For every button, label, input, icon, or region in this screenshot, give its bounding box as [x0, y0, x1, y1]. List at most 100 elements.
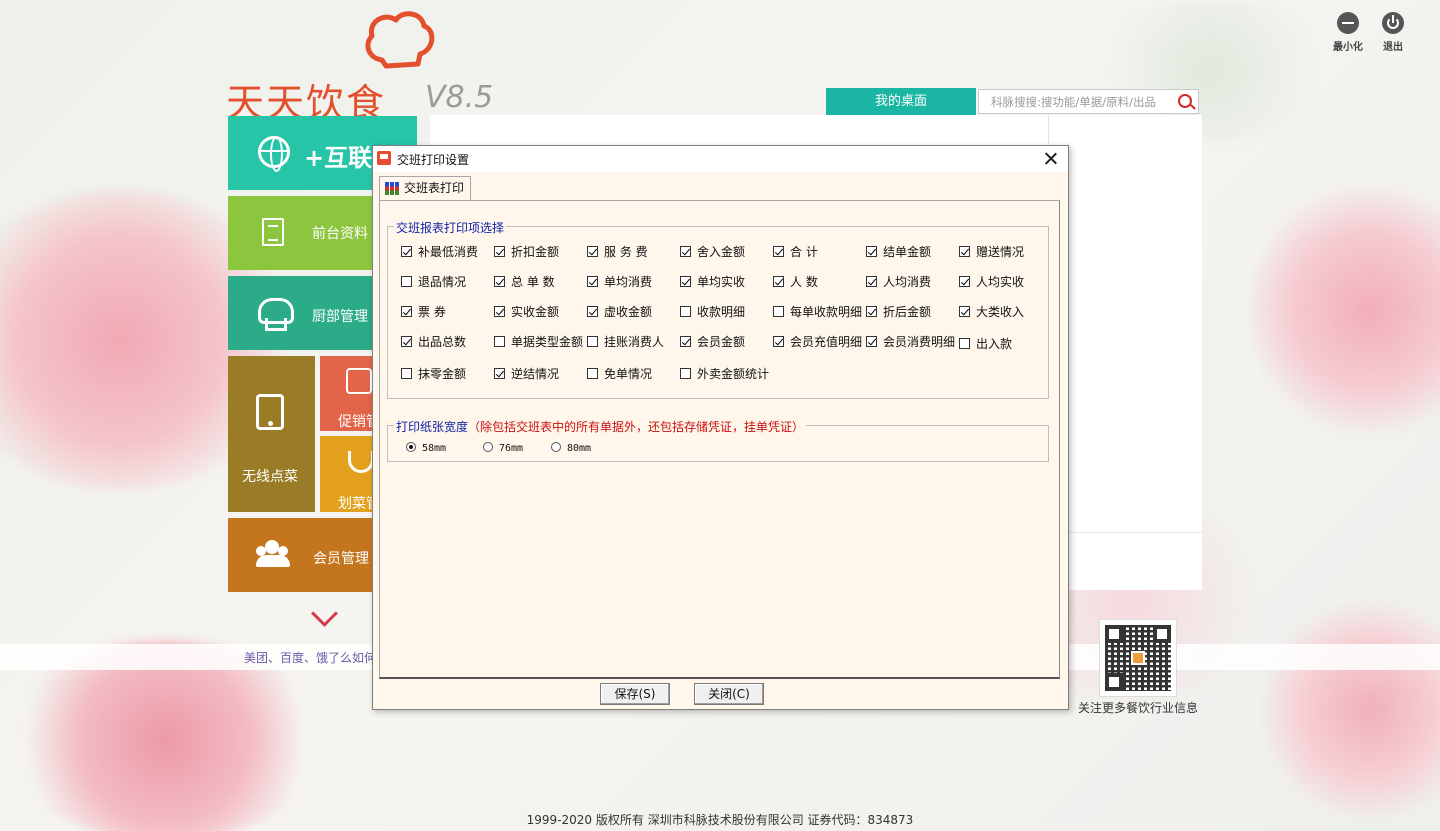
checkbox-unchecked-icon[interactable]: [494, 336, 505, 347]
checkbox-checked-icon[interactable]: [773, 246, 784, 257]
checkbox-label: 收款明细: [697, 305, 746, 319]
checkbox-unchecked-icon[interactable]: [773, 306, 784, 317]
option-checkbox[interactable]: 每单收款明细: [773, 305, 862, 319]
checkbox-unchecked-icon[interactable]: [587, 336, 598, 347]
chevron-down-icon[interactable]: [312, 604, 336, 628]
paper-width-radio[interactable]: 76mm: [483, 442, 523, 454]
save-button[interactable]: 保存(S): [600, 683, 670, 705]
checkbox-checked-icon[interactable]: [401, 306, 412, 317]
checkbox-unchecked-icon[interactable]: [680, 368, 691, 379]
checkbox-checked-icon[interactable]: [866, 306, 877, 317]
option-checkbox[interactable]: 结单金额: [866, 245, 931, 259]
group-note: （除包括交班表中的所有单据外，还包括存储凭证，挂单凭证）: [468, 420, 805, 434]
option-checkbox[interactable]: 实收金额: [494, 305, 559, 319]
checkbox-checked-icon[interactable]: [401, 246, 412, 257]
option-checkbox[interactable]: 补最低消费: [401, 245, 478, 259]
flower-decoration: [1260, 600, 1440, 820]
option-checkbox[interactable]: 挂账消费人: [587, 335, 664, 349]
option-checkbox[interactable]: 人均消费: [866, 275, 931, 289]
paper-width-radio[interactable]: 58mm: [406, 442, 446, 454]
search-icon[interactable]: [1178, 94, 1192, 108]
tab-my-desktop[interactable]: 我的桌面: [826, 88, 976, 115]
close-icon[interactable]: [1040, 148, 1062, 170]
checkbox-checked-icon[interactable]: [587, 306, 598, 317]
checkbox-unchecked-icon[interactable]: [401, 276, 412, 287]
option-checkbox[interactable]: 人均实收: [959, 275, 1024, 289]
tile-wireless-ordering[interactable]: 无线点菜: [228, 356, 315, 512]
option-checkbox[interactable]: 会员充值明细: [773, 335, 862, 349]
checkbox-checked-icon[interactable]: [494, 306, 505, 317]
checkbox-checked-icon[interactable]: [587, 246, 598, 257]
checkbox-checked-icon[interactable]: [773, 336, 784, 347]
radio-unselected-icon[interactable]: [551, 442, 561, 452]
checkbox-checked-icon[interactable]: [494, 276, 505, 287]
checkbox-checked-icon[interactable]: [773, 276, 784, 287]
option-checkbox[interactable]: 折扣金额: [494, 245, 559, 259]
option-checkbox[interactable]: 票 券: [401, 305, 446, 319]
option-checkbox[interactable]: 折后金额: [866, 305, 931, 319]
checkbox-label: 人均实收: [976, 275, 1025, 289]
radio-unselected-icon[interactable]: [483, 442, 493, 452]
checkbox-unchecked-icon[interactable]: [401, 368, 412, 379]
checkbox-checked-icon[interactable]: [959, 306, 970, 317]
option-checkbox[interactable]: 舍入金额: [680, 245, 745, 259]
group-title-text: 打印纸张宽度: [396, 420, 469, 434]
checkbox-unchecked-icon[interactable]: [680, 306, 691, 317]
checkbox-unchecked-icon[interactable]: [587, 368, 598, 379]
news-link[interactable]: 美团、百度、饿了么如何: [244, 649, 376, 666]
radio-label: 76mm: [499, 443, 524, 454]
option-checkbox[interactable]: 单均消费: [587, 275, 652, 289]
checkbox-checked-icon[interactable]: [866, 336, 877, 347]
checkbox-label: 合 计: [790, 245, 818, 259]
checkbox-checked-icon[interactable]: [680, 276, 691, 287]
checkbox-checked-icon[interactable]: [866, 276, 877, 287]
checkbox-checked-icon[interactable]: [587, 276, 598, 287]
checkbox-checked-icon[interactable]: [494, 368, 505, 379]
checkbox-checked-icon[interactable]: [959, 246, 970, 257]
option-checkbox[interactable]: 服 务 费: [587, 245, 648, 259]
search-box[interactable]: [978, 89, 1199, 114]
option-checkbox[interactable]: 退品情况: [401, 275, 466, 289]
option-checkbox[interactable]: 会员消费明细: [866, 335, 955, 349]
checkbox-checked-icon[interactable]: [494, 246, 505, 257]
tile-label: 无线点菜: [242, 469, 298, 485]
chef-hat-logo-icon: [365, 11, 435, 69]
paper-width-radio[interactable]: 80mm: [551, 442, 591, 454]
checkbox-label: 结单金额: [883, 245, 932, 259]
tab-shift-report-print[interactable]: 交班表打印: [379, 176, 472, 201]
checkbox-label: 抹零金额: [418, 367, 467, 381]
tab-label: 交班表打印: [404, 181, 465, 195]
checkbox-label: 每单收款明细: [790, 305, 863, 319]
checkbox-checked-icon[interactable]: [680, 246, 691, 257]
option-checkbox[interactable]: 会员金额: [680, 335, 745, 349]
option-checkbox[interactable]: 人 数: [773, 275, 818, 289]
option-checkbox[interactable]: 总 单 数: [494, 275, 555, 289]
documents-icon: [262, 218, 284, 246]
close-button[interactable]: 关闭(C): [694, 683, 764, 705]
grid-icon: [385, 182, 399, 195]
checkbox-checked-icon[interactable]: [401, 336, 412, 347]
option-checkbox[interactable]: 出入款: [959, 337, 1012, 351]
option-checkbox[interactable]: 单均实收: [680, 275, 745, 289]
search-input[interactable]: [979, 90, 1169, 113]
option-checkbox[interactable]: 逆结情况: [494, 367, 559, 381]
checkbox-checked-icon[interactable]: [866, 246, 877, 257]
option-checkbox[interactable]: 出品总数: [401, 335, 466, 349]
option-checkbox[interactable]: 赠送情况: [959, 245, 1024, 259]
option-checkbox[interactable]: 免单情况: [587, 367, 652, 381]
checkbox-unchecked-icon[interactable]: [959, 338, 970, 349]
option-checkbox[interactable]: 合 计: [773, 245, 818, 259]
checkbox-checked-icon[interactable]: [959, 276, 970, 287]
checkbox-checked-icon[interactable]: [680, 336, 691, 347]
option-checkbox[interactable]: 虚收金额: [587, 305, 652, 319]
radio-selected-icon[interactable]: [406, 442, 416, 452]
option-checkbox[interactable]: 抹零金额: [401, 367, 466, 381]
option-checkbox[interactable]: 单据类型金额: [494, 335, 583, 349]
minimize-button[interactable]: 最小化: [1328, 12, 1368, 53]
exit-button[interactable]: 退出: [1373, 12, 1413, 53]
option-checkbox[interactable]: 大类收入: [959, 305, 1024, 319]
option-checkbox[interactable]: 收款明细: [680, 305, 745, 319]
app-version: V8.5: [425, 80, 494, 115]
option-checkbox[interactable]: 外卖金额统计: [680, 367, 769, 381]
checkbox-label: 服 务 费: [604, 245, 648, 259]
